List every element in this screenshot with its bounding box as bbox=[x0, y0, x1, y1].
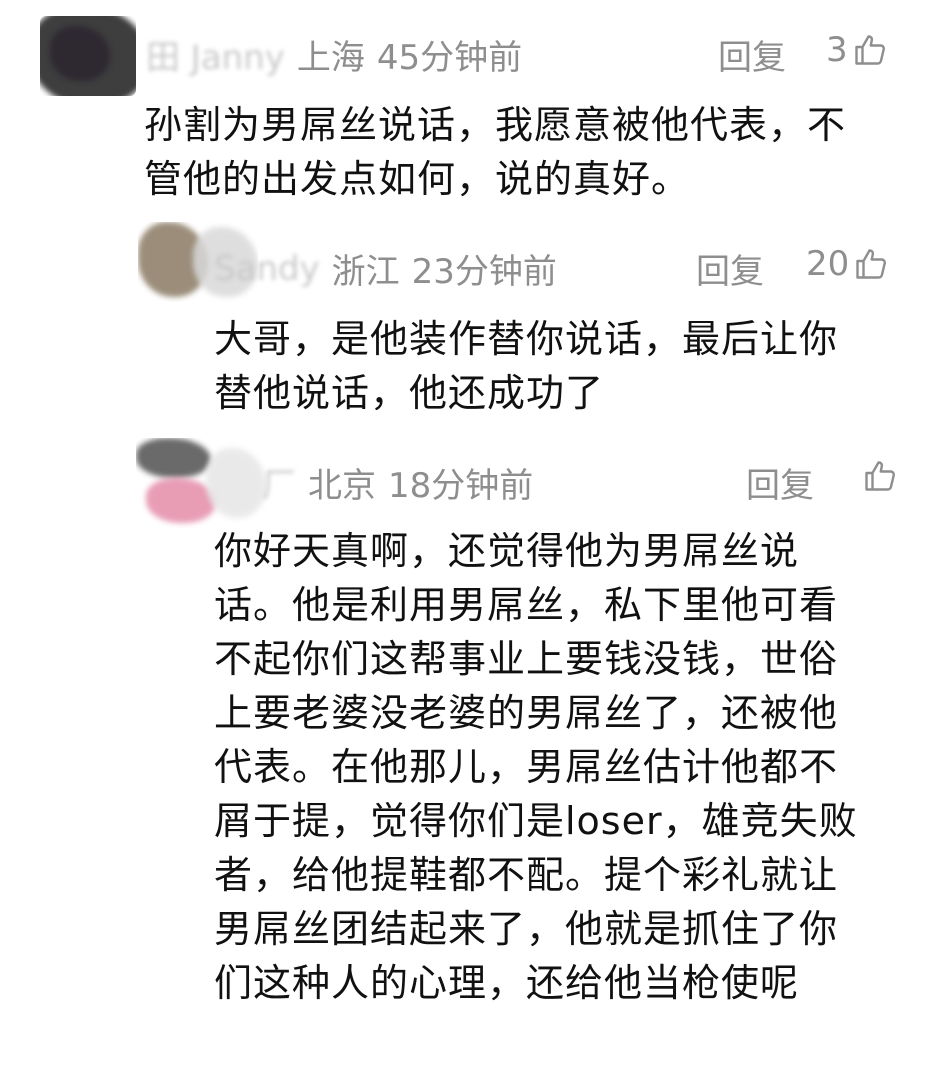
comment-meta: 厂 北京 18分钟前 bbox=[262, 458, 533, 507]
comment-text: 孙割为男屌丝说话，我愿意被他代表，不 管他的出发点如何，说的真好。 bbox=[144, 98, 846, 206]
timestamp: 45分钟前 bbox=[376, 38, 523, 78]
text-line: 代表。在他那儿，男屌丝估计他都不 bbox=[214, 745, 839, 789]
like-count: 3 bbox=[826, 30, 848, 70]
location: 上海 bbox=[296, 38, 365, 78]
text-line: 话。他是利用男屌丝，私下里他可看 bbox=[214, 583, 839, 627]
text-line: 男屌丝团结起来了，他就是抓住了你 bbox=[214, 907, 839, 951]
avatar[interactable] bbox=[136, 438, 266, 528]
text-line: 大哥，是他装作替你说话，最后让你 bbox=[214, 317, 839, 361]
text-line: 管他的出发点如何，说的真好。 bbox=[144, 157, 691, 201]
text-line: 者，给他提鞋都不配。提个彩礼就让 bbox=[214, 853, 839, 897]
thumbs-up-icon bbox=[854, 35, 885, 65]
username[interactable]: 田 Janny bbox=[146, 30, 285, 79]
reply-button[interactable]: 回复 bbox=[718, 30, 786, 79]
reply-button[interactable]: 回复 bbox=[696, 244, 764, 293]
comment-text: 大哥，是他装作替你说话，最后让你 替他说话，他还成功了 bbox=[214, 312, 838, 420]
timestamp: 23分钟前 bbox=[411, 252, 557, 292]
timestamp: 18分钟前 bbox=[388, 466, 534, 506]
like-button[interactable] bbox=[858, 458, 898, 494]
text-line: 孙割为男屌丝说话，我愿意被他代表，不 bbox=[144, 103, 847, 147]
thumbs-up-icon bbox=[856, 249, 887, 279]
text-line: 你好天真啊，还觉得他为男屌丝说 bbox=[214, 529, 800, 573]
comment-meta: Sandy 浙江 23分钟前 bbox=[214, 244, 557, 293]
text-line: 替他说话，他还成功了 bbox=[214, 371, 605, 415]
text-line: 屑于提，觉得你们是loser，雄竞失败 bbox=[214, 799, 858, 843]
thumbs-up-icon bbox=[865, 461, 895, 491]
text-line: 们这种人的心理，还给他当枪使呢 bbox=[214, 961, 800, 1005]
reply-button[interactable]: 回复 bbox=[746, 458, 814, 507]
like-button[interactable]: 3 bbox=[826, 30, 888, 70]
like-button[interactable]: 20 bbox=[806, 244, 889, 284]
username[interactable]: 厂 bbox=[262, 458, 296, 507]
text-line: 不起你们这帮事业上要钱没钱，世俗 bbox=[214, 637, 839, 681]
comment-meta: 田 Janny 上海 45分钟前 bbox=[146, 30, 522, 79]
location: 浙江 bbox=[331, 252, 400, 292]
avatar[interactable] bbox=[40, 16, 136, 96]
comment-text: 你好天真啊，还觉得他为男屌丝说 话。他是利用男屌丝，私下里他可看 不起你们这帮事… bbox=[214, 524, 858, 1010]
username[interactable]: Sandy bbox=[214, 249, 320, 289]
location: 北京 bbox=[308, 466, 376, 506]
text-line: 上要老婆没老婆的男屌丝了，还被他 bbox=[214, 691, 839, 735]
like-count: 20 bbox=[806, 244, 850, 284]
